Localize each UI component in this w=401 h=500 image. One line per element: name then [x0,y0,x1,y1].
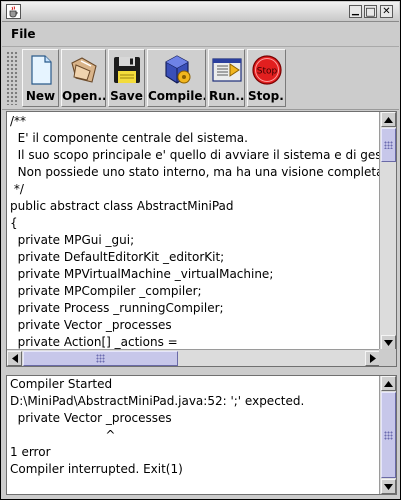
scroll-corner [379,349,396,366]
editor-scroll-up-button[interactable] [381,112,396,127]
code-line: private DefaultEditorKit _editorKit; [10,250,225,264]
editor-vertical-thumb[interactable] [381,128,396,162]
console-line: private Vector _processes [10,411,172,425]
new-document-icon [30,55,52,85]
code-line: private Process _runningCompiler; [10,301,224,315]
stop-button-label: Stop... [248,89,285,103]
editor-horizontal-scrollbar[interactable] [7,349,380,366]
stop-sign-icon: Stop [251,55,282,85]
code-line: private MPGui _gui; [10,233,135,247]
code-editor-text[interactable]: /** E' il componente centrale del sistem… [7,112,380,350]
code-line: private MPVirtualMachine _virtualMachine… [10,267,274,281]
code-line: /** [10,114,27,128]
editor-vertical-scrollbar[interactable] [379,112,396,350]
console-scroll-down-button[interactable] [381,479,396,494]
code-line: private Vector _processes [10,318,172,332]
open-button[interactable]: Open... [61,49,106,107]
code-line: */ [10,182,24,196]
console-vertical-scrollbar[interactable] [379,376,396,494]
new-button-label: New [25,89,56,103]
arrow-down-icon [384,339,393,346]
new-button[interactable]: New [22,49,59,107]
code-editor[interactable]: /** E' il componente centrale del sistem… [6,111,397,367]
minimize-icon: ▁ [352,6,359,16]
menu-file[interactable]: File [11,27,36,41]
console-vertical-thumb[interactable] [381,392,396,478]
open-folder-icon [70,57,97,83]
compile-cube-icon [164,55,190,84]
close-button[interactable]: ✕ [380,5,393,18]
console-line: Compiler Started [10,377,113,391]
toolbar: New Open... Save [2,47,399,110]
maximize-icon: □ [365,5,376,18]
console-line: ^ [10,428,116,442]
thumb-grip [384,141,393,149]
save-button[interactable]: Save [108,49,145,107]
code-line: public abstract class AbstractMiniPad [10,199,234,213]
maximize-button[interactable]: □ [364,5,377,18]
code-line: private MPCompiler _compiler; [10,284,202,298]
console-text[interactable]: Compiler Started D:\MiniPad\AbstractMiniP… [7,376,380,494]
thumb-grip [96,354,105,363]
arrow-right-icon [369,354,376,363]
run-window-icon [211,58,242,82]
open-button-label: Open... [62,89,105,103]
console-scroll-up-button[interactable] [381,376,396,391]
menu-bar: File [2,22,399,47]
stop-sign-text: Stop [256,67,277,77]
app-window: ▁ □ ✕ File New Open... [0,0,401,500]
close-icon: ✕ [382,6,391,17]
java-cup-icon [6,4,21,19]
minimize-button[interactable]: ▁ [349,5,362,18]
arrow-down-icon [384,483,393,490]
run-button[interactable]: Run... [208,49,245,107]
arrow-left-icon [11,354,18,363]
compile-button-label: Compile... [148,89,205,103]
code-line: private Action[] _actions = [10,335,178,349]
run-button-label: Run... [209,89,244,103]
code-line: { [10,216,18,230]
console-line: D:\MiniPad\AbstractMiniPad.java:52: ';' … [10,394,305,408]
title-bar[interactable]: ▁ □ ✕ [2,2,399,22]
save-button-label: Save [110,89,143,103]
arrow-up-icon [384,116,393,123]
split-pane-divider[interactable] [2,367,399,375]
compile-button[interactable]: Compile... [147,49,206,107]
stop-button[interactable]: Stop Stop... [247,49,286,107]
toolbar-grip[interactable] [6,51,18,105]
editor-scroll-right-button[interactable] [365,351,380,366]
console-line: Compiler interrupted. Exit(1) [10,462,183,476]
compiler-output-console[interactable]: Compiler Started D:\MiniPad\AbstractMiniP… [6,375,397,495]
arrow-up-icon [384,380,393,387]
editor-scroll-left-button[interactable] [7,351,22,366]
code-line: Non possiede uno stato interno, ma ha un… [10,165,380,179]
thumb-grip [384,431,393,440]
code-line: E' il componente centrale del sistema. [10,131,248,145]
floppy-disk-icon [113,57,140,83]
code-line: Il suo scopo principale e' quello di avv… [10,148,380,162]
editor-scroll-down-button[interactable] [381,335,396,350]
console-line: 1 error [10,445,51,459]
editor-horizontal-thumb[interactable] [23,351,178,366]
